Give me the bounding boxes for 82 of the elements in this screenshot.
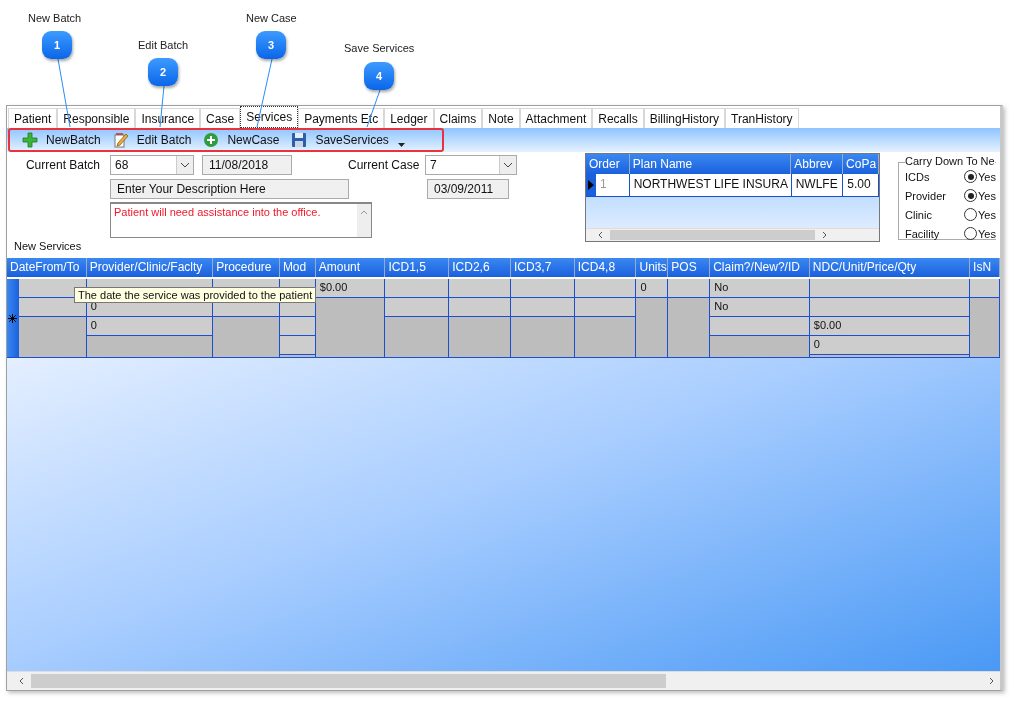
option-label: Clinic	[905, 208, 933, 221]
toolbar-button[interactable]: Edit Batch	[109, 130, 195, 150]
radio-button[interactable]: Yes	[964, 208, 996, 221]
tab[interactable]: Ledger	[384, 108, 434, 128]
table-cell: 5.00	[843, 174, 879, 196]
scrollbar[interactable]	[7, 671, 1000, 690]
tab[interactable]: Services	[240, 106, 299, 128]
case-dropdown[interactable]: 7	[425, 155, 517, 175]
radio-button[interactable]: Yes	[964, 227, 996, 240]
tab[interactable]: TranHistory	[725, 108, 799, 128]
group-title: Carry Down To Ne	[905, 155, 995, 167]
column-header[interactable]: ICD1,5	[385, 258, 450, 277]
scrollbar[interactable]	[586, 228, 879, 241]
toolbar-button[interactable]: SaveServices	[288, 130, 392, 150]
add-circle-icon	[203, 132, 220, 148]
table-cell: No	[710, 279, 809, 298]
column-header[interactable]: POS	[668, 258, 711, 277]
column-header[interactable]: Claim?/New?/ID	[710, 258, 810, 277]
date-field[interactable]: 11/08/2018	[202, 155, 292, 175]
field-label: Current Case	[348, 158, 421, 172]
row-header[interactable]	[7, 279, 19, 357]
table-cell: No	[710, 298, 809, 317]
column-header[interactable]: ICD4,8	[574, 258, 637, 277]
tab[interactable]: Note	[482, 108, 520, 128]
plus-icon	[22, 132, 38, 148]
callout-badge: 3	[256, 31, 286, 59]
column-header[interactable]: ICD3,7	[510, 258, 575, 277]
table-cell: 0	[86, 317, 213, 336]
row-selector[interactable]	[586, 174, 596, 196]
option-label: Facility	[905, 227, 941, 240]
tab[interactable]: Insurance	[135, 108, 201, 128]
callout-badge: 2	[148, 58, 178, 86]
date-field[interactable]: 03/09/2011	[427, 179, 509, 199]
table-cell: 1	[595, 174, 630, 196]
tab[interactable]: Attachment	[519, 108, 593, 128]
save-icon	[291, 132, 308, 148]
tab[interactable]: BillingHistory	[643, 108, 725, 128]
column-header[interactable]: Amount	[315, 258, 386, 277]
table-cell: NWLFE	[791, 174, 844, 196]
tab[interactable]: Payments Etc	[298, 108, 385, 128]
caret-icon[interactable]	[397, 143, 405, 147]
table-cell: 0	[809, 336, 970, 355]
section-title: New Services	[14, 240, 82, 252]
tab[interactable]: Case	[200, 108, 241, 128]
radio-button[interactable]: Yes	[964, 189, 996, 202]
callout-label: New Case	[246, 12, 297, 24]
table-cell: $0.00	[809, 317, 970, 336]
tab[interactable]: Patient	[8, 108, 58, 128]
table-cell: NORTHWEST LIFE INSURA	[629, 174, 792, 196]
column-header[interactable]: Procedure	[213, 258, 280, 277]
toolbar-button[interactable]: NewBatch	[19, 130, 104, 150]
callout-label: Save Services	[344, 42, 415, 54]
table-cell: $0.00	[315, 279, 385, 298]
column-header[interactable]: Provider/Clinic/Faclty	[86, 258, 214, 277]
toolbar-button[interactable]: NewCase	[200, 130, 283, 150]
current-row-icon	[587, 180, 594, 190]
option-label: Provider	[905, 189, 947, 202]
column-header[interactable]: IsN	[970, 258, 1000, 277]
note-field[interactable]: Patient will need assistance into the office.	[110, 202, 372, 238]
callout-label: New Batch	[28, 12, 82, 24]
column-header[interactable]: NDC/Unit/Price/Qty	[809, 258, 971, 277]
description-field[interactable]: Enter Your Description Here	[110, 179, 349, 199]
column-header[interactable]: Mod	[279, 258, 316, 277]
radio-button[interactable]: Yes	[964, 170, 996, 183]
column-header[interactable]: ICD2,6	[449, 258, 511, 277]
table-cell: 0	[636, 279, 668, 298]
scrollbar[interactable]	[357, 204, 371, 237]
callout-label: Edit Batch	[138, 39, 189, 51]
tab[interactable]: Recalls	[592, 108, 644, 128]
field-label: Current Batch	[24, 158, 100, 172]
callout-badge: 4	[364, 62, 394, 90]
batch-dropdown[interactable]: 68	[110, 155, 194, 175]
callout-badge: 1	[42, 31, 72, 59]
option-label: ICDs	[905, 170, 931, 183]
tab[interactable]: Responsible	[57, 108, 136, 128]
tab[interactable]: Claims	[433, 108, 483, 128]
column-header[interactable]: DateFrom/To	[7, 258, 87, 277]
asterisk-icon	[8, 313, 18, 323]
note-text: Patient will need assistance into the office.	[113, 205, 322, 220]
column-header[interactable]: Units	[636, 258, 669, 277]
pencil-notepad-icon	[112, 132, 129, 148]
tooltip: The date the service was provided to the patient	[74, 287, 317, 303]
